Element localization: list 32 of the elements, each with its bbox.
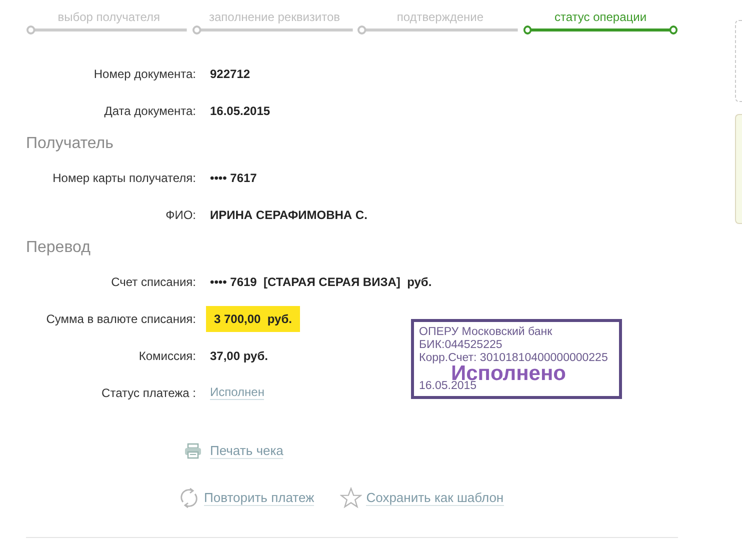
- field-value: 922712: [210, 66, 250, 80]
- section-title: Перевод: [26, 238, 92, 258]
- repeat-icon[interactable]: [178, 487, 200, 509]
- status-link[interactable]: Исполнен: [210, 385, 264, 400]
- field-value: •••• 7619 [СТАРАЯ СЕРАЯ ВИЗА] руб.: [210, 274, 432, 288]
- star-icon[interactable]: [340, 487, 362, 509]
- stamp-text: БИК:044525225: [419, 339, 504, 352]
- printer-icon[interactable]: [184, 443, 202, 459]
- amount-value: 3 700,00 руб.: [206, 306, 300, 332]
- field-label: Счет списания:: [110, 274, 197, 288]
- field-label: Дата документа:: [103, 104, 197, 118]
- repeat-payment-link[interactable]: Повторить платеж: [204, 490, 314, 506]
- step-label: заполнение реквизитов: [209, 10, 340, 25]
- step-label: статус операции: [554, 10, 647, 25]
- save-template-link[interactable]: Сохранить как шаблон: [366, 490, 504, 506]
- stamp-text: ОПЕРУ Московский банк: [419, 326, 554, 339]
- field-label: Номер документа:: [92, 66, 197, 80]
- field-label: Сумма в валюте списания:: [45, 312, 197, 326]
- section-title: Получатель: [26, 134, 114, 154]
- field-label: Статус платежа :: [100, 386, 197, 400]
- field-label: ФИО:: [164, 208, 197, 222]
- step-label: подтверждение: [396, 10, 484, 25]
- field-label: Номер карты получателя:: [52, 170, 197, 184]
- step-label: выбор получателя: [58, 10, 160, 25]
- field-value: ИРИНА СЕРАФИМОВНА С.: [210, 208, 368, 222]
- field-label: Комиссия:: [138, 348, 197, 362]
- field-value: •••• 7617: [210, 170, 257, 184]
- field-value: 37,00 руб.: [210, 348, 268, 362]
- stamp-date: 16.05.2015: [419, 380, 477, 393]
- print-receipt-link[interactable]: Печать чека: [210, 443, 284, 459]
- field-value: 16.05.2015: [210, 104, 270, 118]
- stamp-text: Корр.Счет: 30101810400000000225: [419, 352, 609, 365]
